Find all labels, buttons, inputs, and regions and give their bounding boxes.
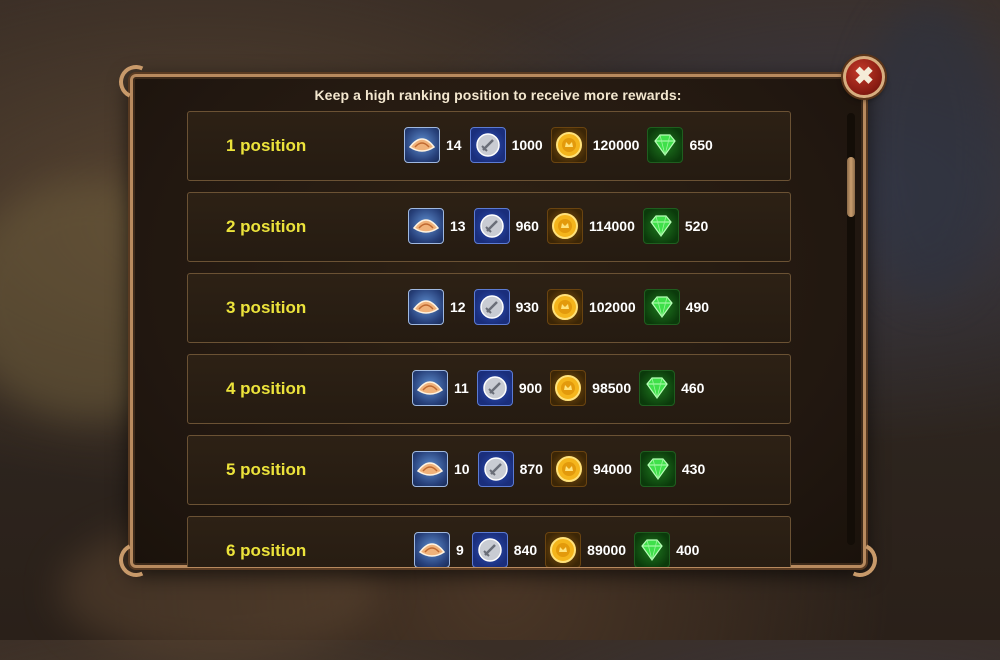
position-label: 4 position — [226, 379, 307, 398]
frame-ornament — [838, 538, 882, 582]
reward-amount: 10 — [454, 461, 470, 477]
panel-header: Keep a high ranking position to receive … — [314, 87, 682, 103]
reward-items: 10 870 94000 430 — [412, 451, 713, 487]
reward-gold[interactable]: 89000 — [545, 532, 626, 567]
close-icon: ✖ — [853, 63, 875, 90]
position-label: 5 position — [226, 460, 307, 479]
shell-icon — [408, 208, 444, 244]
reward-amount: 520 — [684, 218, 709, 234]
reward-amount: 120000 — [592, 137, 640, 153]
reward-amount: 930 — [515, 299, 539, 315]
reward-gold[interactable]: 120000 — [550, 127, 640, 163]
reward-row: 4 position 11 900 98500 460 — [187, 354, 791, 424]
scrollbar-thumb[interactable] — [847, 157, 855, 217]
reward-gold[interactable]: 102000 — [546, 289, 636, 325]
shell-icon — [412, 370, 448, 406]
reward-items: 13 960 114000 520 — [408, 208, 716, 244]
sword-scroll-icon — [473, 289, 510, 325]
gold-coin-icon — [546, 289, 583, 325]
rewards-list[interactable]: 1 position 14 1000 120000 650 2 position… — [187, 111, 793, 567]
reward-scroll[interactable]: 960 — [473, 208, 539, 244]
reward-shell[interactable]: 13 — [408, 208, 466, 244]
reward-items: 14 1000 120000 650 — [404, 127, 721, 163]
reward-scroll[interactable]: 840 — [471, 532, 538, 567]
reward-gem[interactable]: 520 — [642, 208, 709, 244]
reward-amount: 13 — [450, 218, 466, 234]
reward-scroll[interactable]: 870 — [477, 451, 543, 487]
reward-row: 5 position 10 870 94000 430 — [187, 435, 791, 505]
reward-amount: 114000 — [588, 218, 635, 234]
reward-amount: 490 — [685, 299, 710, 315]
gold-coin-icon — [550, 451, 587, 487]
reward-amount: 840 — [513, 542, 538, 558]
reward-amount: 460 — [681, 380, 705, 396]
reward-shell[interactable]: 9 — [414, 532, 464, 567]
emerald-icon — [639, 370, 676, 406]
gold-coin-icon — [550, 370, 587, 406]
reward-amount: 11 — [454, 380, 469, 396]
reward-shell[interactable]: 10 — [412, 451, 470, 487]
position-label: 1 position — [226, 136, 307, 155]
gold-coin-icon — [545, 532, 582, 567]
reward-amount: 870 — [519, 461, 543, 477]
reward-amount: 1000 — [511, 137, 543, 153]
shell-icon — [404, 127, 440, 163]
background-blur — [860, 0, 1000, 300]
reward-gem[interactable]: 430 — [639, 451, 706, 487]
reward-row: 1 position 14 1000 120000 650 — [187, 111, 791, 181]
reward-gold[interactable]: 98500 — [550, 370, 631, 406]
reward-row: 2 position 13 960 114000 520 — [187, 192, 791, 262]
reward-amount: 430 — [681, 461, 706, 477]
reward-scroll[interactable]: 930 — [473, 289, 539, 325]
emerald-icon — [647, 127, 684, 163]
reward-amount: 12 — [450, 299, 466, 315]
reward-amount: 960 — [515, 218, 539, 234]
position-label: 6 position — [226, 541, 307, 560]
scrollbar-track[interactable] — [847, 113, 855, 545]
sword-scroll-icon — [476, 370, 513, 406]
sword-scroll-icon — [469, 127, 506, 163]
reward-amount: 94000 — [592, 461, 632, 477]
reward-amount: 89000 — [587, 542, 627, 558]
reward-shell[interactable]: 12 — [408, 289, 466, 325]
reward-gold[interactable]: 94000 — [550, 451, 632, 487]
reward-gold[interactable]: 114000 — [546, 208, 635, 244]
sword-scroll-icon — [473, 208, 510, 244]
reward-amount: 102000 — [588, 299, 636, 315]
reward-shell[interactable]: 11 — [412, 370, 469, 406]
reward-amount: 14 — [446, 137, 462, 153]
reward-scroll[interactable]: 1000 — [469, 127, 543, 163]
gold-coin-icon — [550, 127, 587, 163]
reward-amount: 400 — [676, 542, 700, 558]
emerald-icon — [639, 451, 676, 487]
reward-amount: 900 — [518, 380, 543, 396]
reward-amount: 98500 — [592, 380, 632, 396]
emerald-icon — [643, 289, 680, 325]
reward-items: 12 930 102000 490 — [408, 289, 717, 325]
reward-row: 6 position 9 840 89000 400 — [187, 516, 791, 567]
shell-icon — [414, 532, 450, 567]
reward-row: 3 position 12 930 102000 490 — [187, 273, 791, 343]
reward-scroll[interactable]: 900 — [476, 370, 543, 406]
reward-gem[interactable]: 490 — [643, 289, 710, 325]
reward-amount: 650 — [689, 137, 713, 153]
reward-gem[interactable]: 650 — [647, 127, 713, 163]
reward-amount: 9 — [456, 542, 464, 558]
reward-shell[interactable]: 14 — [404, 127, 462, 163]
position-label: 2 position — [226, 217, 307, 236]
reward-items: 11 900 98500 460 — [412, 370, 712, 406]
reward-gem[interactable]: 460 — [639, 370, 704, 406]
shell-icon — [408, 289, 444, 325]
position-label: 3 position — [226, 298, 307, 317]
emerald-icon — [634, 532, 671, 567]
close-button[interactable]: ✖ — [843, 56, 885, 98]
shell-icon — [412, 451, 448, 487]
reward-items: 9 840 89000 400 — [414, 532, 707, 567]
reward-gem[interactable]: 400 — [634, 532, 699, 567]
sword-scroll-icon — [477, 451, 514, 487]
emerald-icon — [642, 208, 679, 244]
rewards-panel: Keep a high ranking position to receive … — [114, 60, 882, 582]
gold-coin-icon — [546, 208, 583, 244]
sword-scroll-icon — [471, 532, 508, 567]
